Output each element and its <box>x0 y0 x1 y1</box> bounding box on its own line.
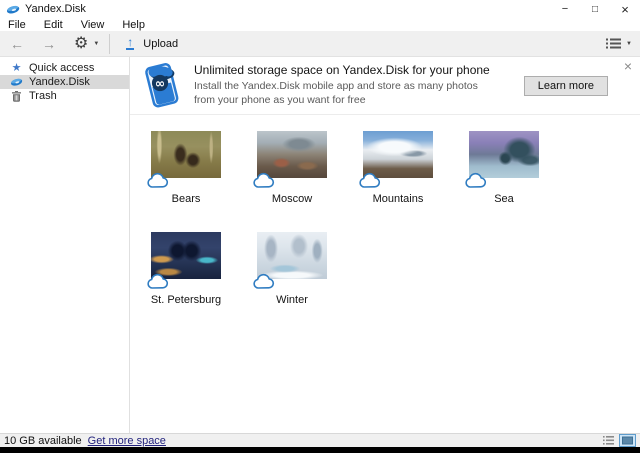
gear-icon: ⚙ <box>74 36 88 52</box>
file-thumbnail <box>151 131 221 178</box>
window-title: Yandex.Disk <box>25 3 86 15</box>
phone-cloud-icon: ∞ <box>140 59 182 112</box>
upload-arrow-icon: ↑ <box>126 37 134 50</box>
storage-available-text: 10 GB available <box>4 435 82 447</box>
upload-label: Upload <box>143 38 178 50</box>
yandex-disk-logo-icon <box>6 4 20 15</box>
chevron-down-icon: ▼ <box>626 41 632 47</box>
main-area: ★ Quick access Yandex.Disk <box>0 57 640 433</box>
infinity-icon: ∞ <box>155 75 165 90</box>
thumbnail-view-icon <box>622 436 633 445</box>
get-more-space-link[interactable]: Get more space <box>88 435 166 447</box>
file-name: Sea <box>459 193 549 205</box>
close-button[interactable]: × <box>610 0 640 18</box>
file-name: St. Petersburg <box>141 294 231 306</box>
file-tile-bears[interactable]: Bears <box>141 131 231 205</box>
file-name: Winter <box>247 294 337 306</box>
content-area: ∞ Unlimited storage space on Yandex.Disk… <box>130 57 640 433</box>
toolbar: ← → ⚙ ▼ ↑ Upload ▼ <box>0 31 640 57</box>
yandex-disk-logo-icon <box>10 77 23 87</box>
learn-more-button[interactable]: Learn more <box>524 76 608 96</box>
file-thumbnail <box>257 131 327 178</box>
details-view-icon <box>603 436 614 445</box>
file-name: Moscow <box>247 193 337 205</box>
sidebar-item-label: Yandex.Disk <box>29 76 90 88</box>
file-name: Mountains <box>353 193 443 205</box>
maximize-button[interactable]: □ <box>580 0 610 18</box>
cloud-sync-icon <box>358 171 382 190</box>
thumbnail-view-toggle[interactable] <box>619 434 636 447</box>
file-thumbnail <box>151 232 221 279</box>
menu-bar: File Edit View Help <box>0 18 640 31</box>
settings-button[interactable]: ⚙ ▼ <box>74 36 99 52</box>
minimize-button[interactable]: − <box>550 0 580 18</box>
file-thumbnail <box>469 131 539 178</box>
back-arrow-icon[interactable]: ← <box>4 33 30 55</box>
cloud-sync-icon <box>464 171 488 190</box>
banner-body: Install the Yandex.Disk mobile app and s… <box>194 80 499 107</box>
sidebar-item-trash[interactable]: Trash <box>0 89 129 103</box>
star-icon: ★ <box>10 63 23 74</box>
file-thumbnail <box>257 232 327 279</box>
details-view-toggle[interactable] <box>600 434 617 447</box>
menu-help[interactable]: Help <box>120 19 153 31</box>
menu-edit[interactable]: Edit <box>42 19 71 31</box>
sidebar: ★ Quick access Yandex.Disk <box>0 57 130 433</box>
upload-button[interactable]: ↑ Upload <box>118 35 186 52</box>
screenshot-bottom-border <box>0 447 640 453</box>
banner-close-icon[interactable]: × <box>624 59 632 73</box>
trash-icon <box>10 91 23 102</box>
file-grid: Bears Moscow Mou <box>130 115 600 333</box>
cloud-sync-icon <box>146 272 170 291</box>
menu-file[interactable]: File <box>6 19 34 31</box>
sidebar-item-label: Trash <box>29 90 57 102</box>
file-tile-sea[interactable]: Sea <box>459 131 549 205</box>
cloud-sync-icon <box>252 272 276 291</box>
chevron-down-icon: ▼ <box>93 41 99 47</box>
sidebar-item-quick-access[interactable]: ★ Quick access <box>0 61 129 75</box>
toolbar-separator <box>109 34 110 54</box>
file-tile-winter[interactable]: Winter <box>247 232 337 306</box>
file-tile-mountains[interactable]: Mountains <box>353 131 443 205</box>
view-toggles <box>598 434 636 447</box>
menu-view[interactable]: View <box>79 19 113 31</box>
forward-arrow-icon[interactable]: → <box>36 33 62 55</box>
sidebar-item-yandex-disk[interactable]: Yandex.Disk <box>0 75 129 89</box>
banner-text: Unlimited storage space on Yandex.Disk f… <box>194 63 499 107</box>
promo-banner: ∞ Unlimited storage space on Yandex.Disk… <box>130 57 640 115</box>
cloud-sync-icon <box>146 171 170 190</box>
file-thumbnail <box>363 131 433 178</box>
status-bar: 10 GB available Get more space <box>0 433 640 447</box>
view-mode-button[interactable]: ▼ <box>606 38 632 49</box>
file-tile-st-petersburg[interactable]: St. Petersburg <box>141 232 231 306</box>
yandex-disk-window: Yandex.Disk − □ × File Edit View Help ← … <box>0 0 640 453</box>
title-bar: Yandex.Disk − □ × <box>0 0 640 18</box>
file-name: Bears <box>141 193 231 205</box>
list-view-icon <box>606 38 621 49</box>
sidebar-item-label: Quick access <box>29 62 94 74</box>
banner-title: Unlimited storage space on Yandex.Disk f… <box>194 63 499 77</box>
window-controls: − □ × <box>550 0 640 18</box>
cloud-sync-icon <box>252 171 276 190</box>
file-tile-moscow[interactable]: Moscow <box>247 131 337 205</box>
